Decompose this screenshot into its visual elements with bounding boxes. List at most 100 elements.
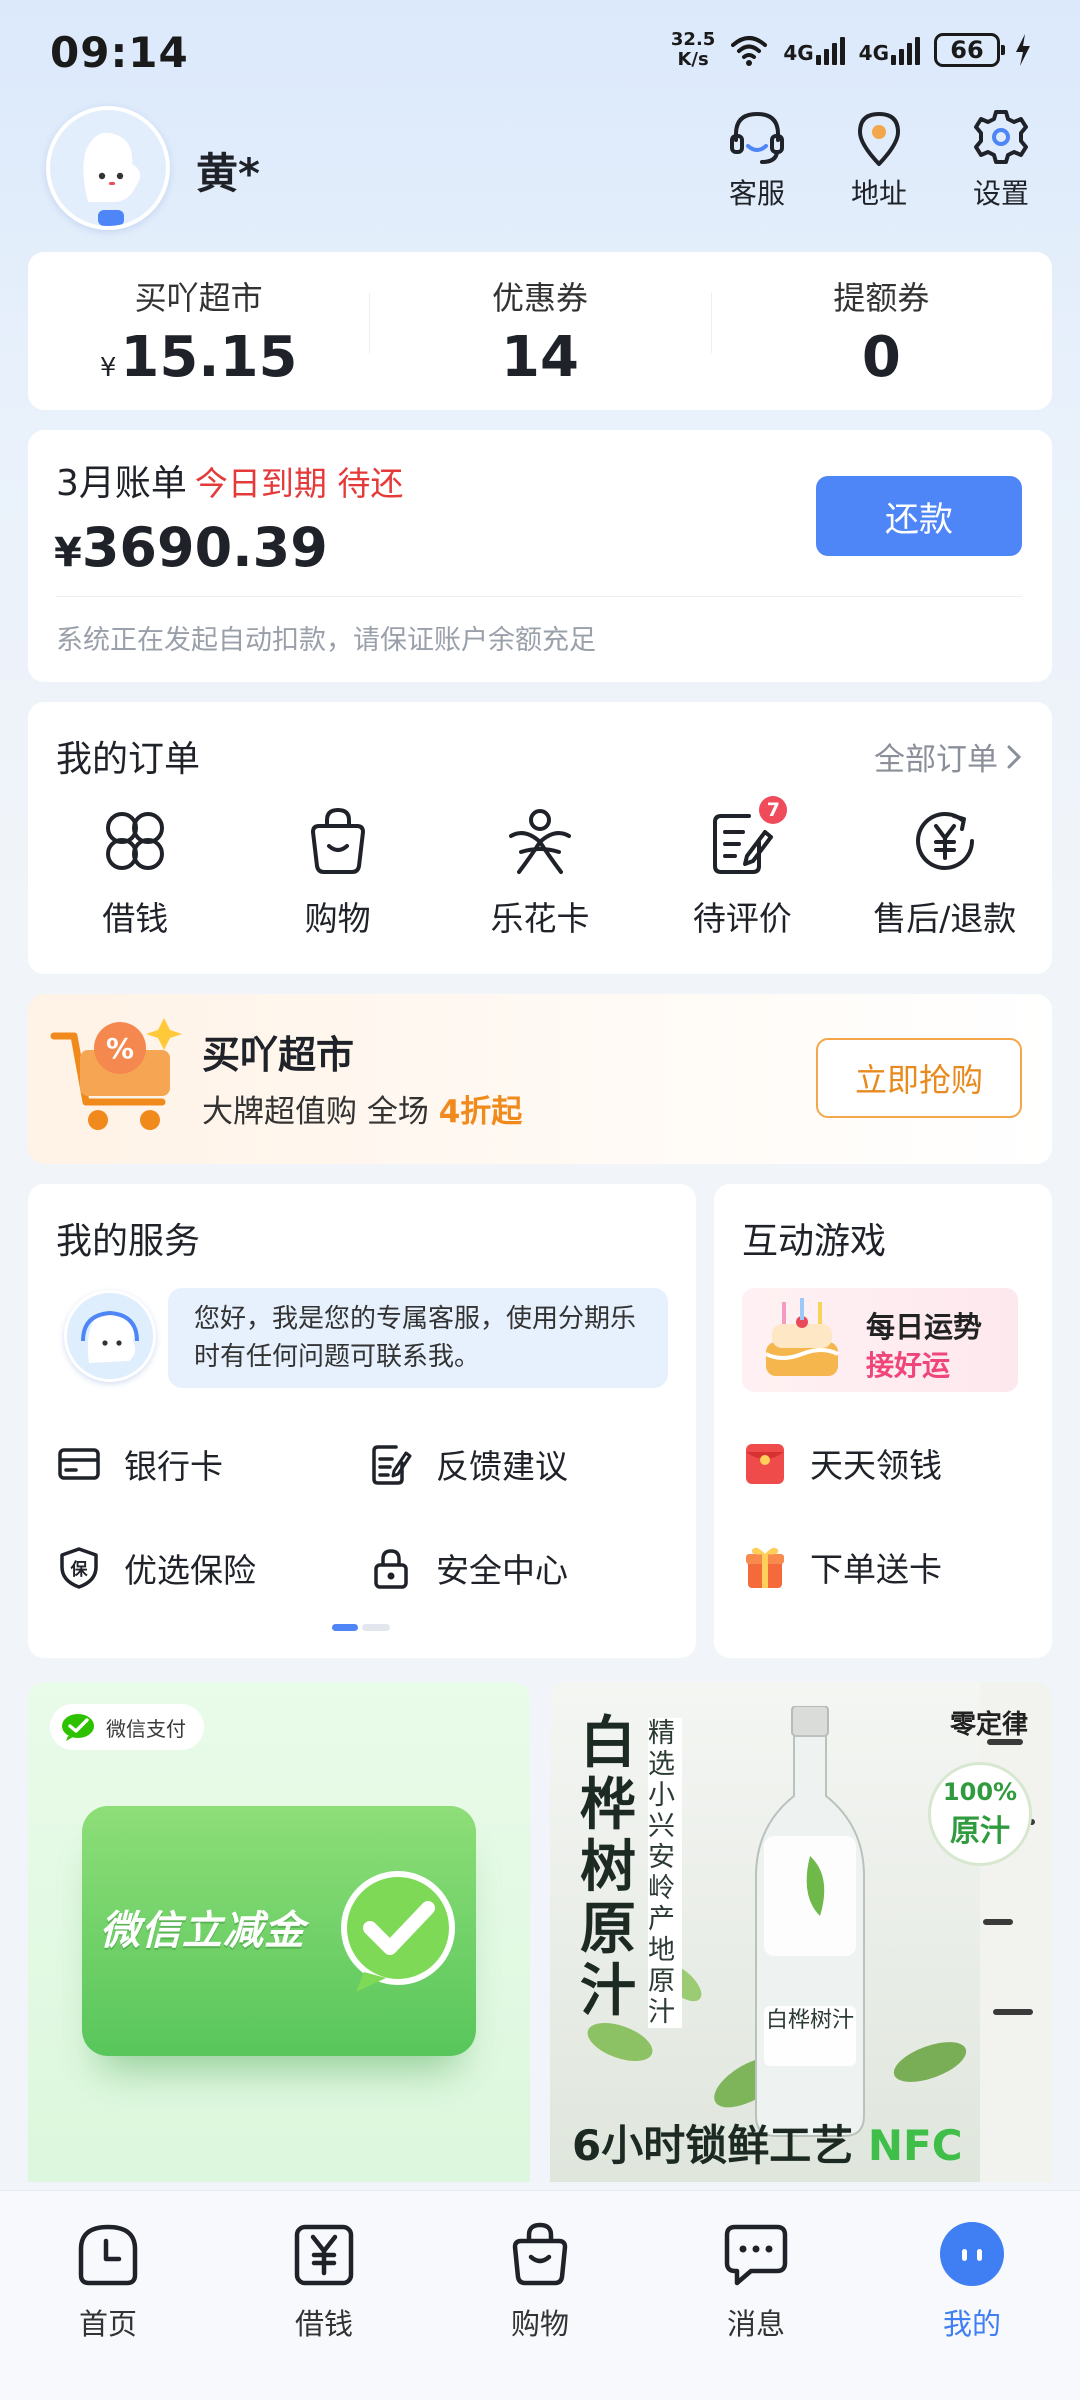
tab-loan[interactable]: 借钱 [244, 2219, 404, 2400]
svg-text:保: 保 [70, 1559, 89, 1580]
robot-mascot-icon [67, 1293, 153, 1379]
address-button[interactable]: 地址 [840, 106, 918, 212]
wechat-pay-label: 微信支付 [106, 1716, 186, 1741]
market-discount: 4折起 [438, 1094, 523, 1130]
birthday-cake-icon [765, 1298, 839, 1376]
insurance-shield-icon: 保 [60, 1547, 98, 1589]
seal-text: 原汁 [950, 1814, 1010, 1849]
refund-yen-icon [915, 812, 974, 870]
settings-label: 设置 [972, 177, 1029, 210]
services-title: 我的服务 [56, 1221, 201, 1262]
service-greeting-bubble[interactable]: 您好，我是您的专属客服，使用分期乐时有任何问题可联系我。 [168, 1288, 668, 1388]
repay-button[interactable]: 还款 [816, 476, 1022, 556]
market-balance[interactable]: 买吖超市 ¥15.15 [28, 273, 369, 390]
customer-service-label: 客服 [728, 177, 785, 210]
settings-button[interactable]: 设置 [962, 106, 1040, 212]
coupon-count[interactable]: 优惠券 14 [369, 273, 710, 390]
user-name: 黄* [196, 149, 260, 198]
market-sub-text: 大牌超值购 全场 [202, 1094, 439, 1130]
service-label: 银行卡 [124, 1447, 223, 1486]
order-refund[interactable]: 售后/退款 [860, 802, 1030, 940]
tab-shopping[interactable]: 购物 [460, 2219, 620, 2400]
wechat-promo-card[interactable]: 微信支付 微信立减金 [28, 1682, 530, 2182]
market-subtitle: 大牌超值购 全场 4折起 [202, 1086, 522, 1131]
order-flower-card[interactable]: 乐花卡 [455, 802, 625, 940]
tab-home[interactable]: 首页 [28, 2219, 188, 2400]
yen-card-icon [294, 2224, 354, 2286]
customer-service-button[interactable]: 客服 [718, 106, 796, 212]
order-label: 乐花卡 [490, 899, 590, 938]
signal-2-label: 4G [858, 41, 889, 65]
mascot-avatar-icon [50, 110, 166, 226]
tab-label: 消息 [726, 2307, 785, 2341]
status-time: 09:14 [50, 28, 189, 77]
avatar[interactable] [46, 106, 170, 230]
market-banner[interactable]: % 买吖超市 大牌超值购 全场 4折起 立即抢购 [28, 994, 1052, 1164]
shopping-bag-icon [512, 2222, 568, 2286]
check-bubble-icon [341, 1871, 455, 1992]
bill-amount: ¥3690.39 [54, 516, 328, 579]
orders-grid: 借钱 购物 乐花卡 7 待评价 售后/退款 [28, 796, 1052, 940]
status-icons: 32.5 K/s 4G 4G 66 [671, 30, 1032, 70]
battery-icon: 66 [934, 33, 1005, 67]
order-card-gift-entry[interactable]: 下单送卡 [742, 1542, 942, 1592]
daily-fortune-banner[interactable]: 每日运势 接好运 [742, 1288, 1018, 1392]
service-label: 反馈建议 [436, 1447, 568, 1486]
net-speed: 32.5 K/s [671, 30, 715, 70]
birch-juice-promo-card[interactable]: 零定律 白桦树原汁 精选小兴安岭产地原汁 白桦树汁 100% 原汁 6小时锁鲜工… [550, 1682, 1052, 2182]
tab-label: 我的 [942, 2307, 1001, 2341]
tab-messages[interactable]: 消息 [676, 2219, 836, 2400]
promo-tagline: 6小时锁鲜工艺 NFC [572, 2112, 963, 2173]
net-speed-value: 32.5 [670, 29, 716, 50]
balance-label: 提额券 [833, 278, 930, 317]
grab-now-button[interactable]: 立即抢购 [816, 1038, 1022, 1118]
daily-money-entry[interactable]: 天天领钱 [742, 1438, 942, 1488]
signal-2: 4G [859, 35, 920, 65]
headset-icon [730, 111, 784, 164]
order-shopping[interactable]: 购物 [253, 802, 423, 940]
order-label: 待评价 [692, 899, 792, 938]
signal-bars-icon [891, 35, 920, 65]
all-orders-label: 全部订单 [874, 742, 998, 778]
battery-level: 66 [950, 36, 984, 64]
currency-symbol: ¥ [54, 530, 82, 576]
service-label: 优选保险 [124, 1551, 256, 1590]
clock-home-icon [78, 2224, 138, 2286]
status-bar: 09:14 32.5 K/s 4G 4G 66 [0, 0, 1080, 110]
games-title: 互动游戏 [742, 1221, 887, 1262]
seal-percent: 100% [942, 1778, 1018, 1806]
charging-icon [1016, 34, 1030, 66]
credit-coupon-count[interactable]: 提额券 0 [710, 273, 1052, 390]
security-center-entry[interactable]: 安全中心 [368, 1544, 568, 1592]
page-indicator [332, 1624, 390, 1631]
svg-text:%: % [106, 1032, 134, 1065]
bill-card[interactable]: 3月账单 今日到期 待还 ¥3690.39 还款 系统正在发起自动扣款，请保证账户… [28, 430, 1052, 682]
original-juice-seal: 100% 原汁 [928, 1762, 1032, 1866]
fortune-subtitle: 接好运 [866, 1349, 951, 1382]
wechat-discount-card: 微信立减金 [82, 1806, 476, 2056]
juice-bottle-icon [755, 1706, 865, 2137]
product-vertical-title: 白桦树原汁 [580, 1710, 636, 2024]
order-loan[interactable]: 借钱 [50, 802, 220, 940]
balance-label: 买吖超市 [134, 278, 263, 317]
order-label: 售后/退款 [873, 899, 1017, 938]
bill-note: 系统正在发起自动扣款，请保证账户余额充足 [56, 625, 596, 656]
bank-card-entry[interactable]: 银行卡 [56, 1440, 223, 1488]
feedback-entry[interactable]: 反馈建议 [368, 1440, 568, 1488]
all-orders-link[interactable]: 全部订单 [874, 734, 1022, 779]
bill-amount-value: 3690.39 [81, 516, 328, 579]
signal-bars-icon [815, 35, 845, 65]
feedback-icon [372, 1445, 412, 1485]
bank-card-icon [58, 1448, 100, 1480]
insurance-entry[interactable]: 保 优选保险 [56, 1544, 256, 1592]
order-pending-review[interactable]: 7 待评价 [657, 796, 827, 940]
service-bot-avatar[interactable] [64, 1290, 156, 1382]
tab-me[interactable]: 我的 [892, 2219, 1052, 2400]
header-actions: 客服 地址 设置 [718, 106, 1040, 212]
shopping-cart-icon: % [50, 1018, 182, 1130]
signal-1: 4G [783, 35, 845, 65]
tab-label: 借钱 [294, 2307, 353, 2341]
service-label: 安全中心 [436, 1551, 568, 1590]
profile-dots-icon [940, 2222, 1004, 2286]
red-envelope-icon [746, 1444, 784, 1484]
